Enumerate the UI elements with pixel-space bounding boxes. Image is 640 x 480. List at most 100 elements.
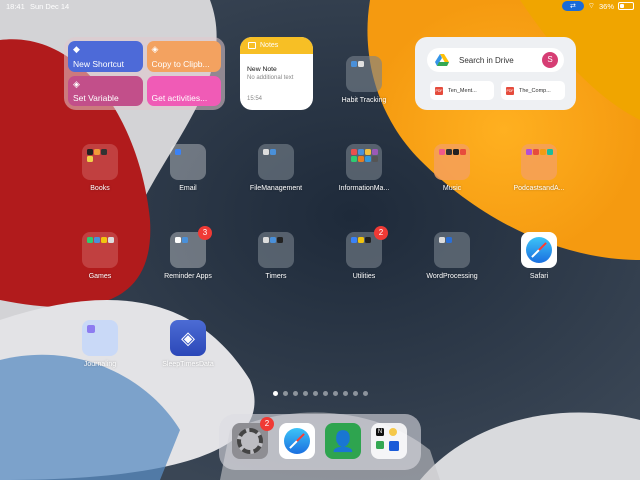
app-label: Journaling bbox=[83, 361, 117, 368]
shortcut-set-variable[interactable]: ◈ Set Variable bbox=[68, 75, 143, 106]
status-time: 18:41 bbox=[6, 2, 25, 11]
app-podcasts[interactable]: PodcastsandA... bbox=[504, 144, 574, 192]
dock: 2 👤 N bbox=[219, 414, 421, 470]
page-dot[interactable] bbox=[342, 391, 348, 396]
app-utilities[interactable]: 2 Utilities bbox=[329, 226, 399, 280]
app-music[interactable]: Music bbox=[417, 144, 487, 192]
app-sleep-times-data[interactable]: ◈ SleepTimesData bbox=[153, 320, 223, 368]
dock-safari[interactable] bbox=[279, 423, 315, 459]
app-label: Utilities bbox=[352, 273, 376, 280]
app-email[interactable]: Email bbox=[153, 144, 223, 192]
notification-badge: 2 bbox=[374, 226, 388, 240]
screen-mirroring-icon[interactable]: ⇄ bbox=[561, 1, 584, 11]
app-reminder-apps[interactable]: 3 Reminder Apps bbox=[153, 226, 223, 280]
shortcut-label: Copy to Clipb... bbox=[151, 58, 210, 69]
app-label: WordProcessing bbox=[426, 273, 478, 280]
app-label: Email bbox=[179, 185, 197, 192]
app-journaling[interactable]: Journaling bbox=[65, 320, 135, 368]
note-subtitle: No additional text bbox=[247, 75, 294, 81]
page-dot[interactable] bbox=[312, 391, 318, 396]
notes-header: Notes bbox=[240, 37, 313, 54]
page-dot[interactable] bbox=[302, 391, 308, 396]
google-drive-icon bbox=[435, 54, 449, 66]
information-folder-icon bbox=[346, 144, 382, 180]
app-safari[interactable]: Safari bbox=[504, 232, 574, 280]
app-label: InformationMa... bbox=[338, 185, 390, 192]
pdf-icon: PDF bbox=[506, 86, 514, 95]
wifi-icon: ⌔ bbox=[587, 1, 595, 10]
shortcut-new-shortcut[interactable]: ◆ New Shortcut bbox=[68, 41, 143, 72]
page-dot[interactable] bbox=[362, 391, 368, 396]
app-label: Habit Tracking bbox=[341, 97, 387, 104]
app-label: SleepTimesData bbox=[162, 361, 214, 368]
compass-icon bbox=[284, 428, 310, 454]
habit-tracking-folder-icon bbox=[346, 56, 382, 92]
books-folder-icon bbox=[82, 144, 118, 180]
drive-file-name: The_Comp... bbox=[519, 87, 551, 94]
notion-icon: N bbox=[376, 428, 384, 436]
drive-file-name: Ten_Ment... bbox=[448, 87, 477, 94]
person-icon: 👤 bbox=[330, 430, 356, 453]
page-dot[interactable] bbox=[282, 391, 288, 396]
word-processing-folder-icon bbox=[434, 232, 470, 268]
shortcut-label: New Shortcut bbox=[73, 58, 125, 69]
app-games[interactable]: Games bbox=[65, 232, 135, 280]
app-information-ma[interactable]: InformationMa... bbox=[329, 144, 399, 192]
music-folder-icon bbox=[434, 144, 470, 180]
battery-icon bbox=[618, 2, 634, 10]
file-management-folder-icon bbox=[258, 144, 294, 180]
app-word-processing[interactable]: WordProcessing bbox=[417, 232, 487, 280]
bitwarden-icon bbox=[389, 441, 399, 451]
drive-file[interactable]: PDF Ten_Ment... bbox=[430, 81, 494, 100]
app-label: FileManagement bbox=[249, 185, 303, 192]
note-time: 15:54 bbox=[247, 96, 263, 102]
battery-fill bbox=[620, 4, 625, 8]
shortcut-icon: ◆ bbox=[73, 44, 80, 54]
app-label: Timers bbox=[265, 273, 287, 280]
page-dot[interactable] bbox=[352, 391, 358, 396]
safari-icon bbox=[521, 232, 557, 268]
drive-widget: Search in Drive S PDF Ten_Ment... PDF Th… bbox=[415, 37, 576, 110]
email-folder-icon bbox=[170, 144, 206, 180]
app-timers[interactable]: Timers bbox=[241, 232, 311, 280]
app-label: Safari bbox=[529, 273, 549, 280]
layers-icon: ◈ bbox=[151, 44, 159, 54]
drive-search-label: Search in Drive bbox=[459, 55, 514, 65]
page-dot[interactable] bbox=[322, 391, 328, 396]
dock-folder[interactable]: N bbox=[371, 423, 407, 459]
app-label: Music bbox=[442, 185, 462, 192]
reminder-folder-icon: 3 bbox=[170, 226, 212, 268]
journaling-folder-icon bbox=[82, 320, 118, 356]
page-dot[interactable] bbox=[332, 391, 338, 396]
app-books[interactable]: Books bbox=[65, 144, 135, 192]
notification-badge: 3 bbox=[198, 226, 212, 240]
dock-settings[interactable]: 2 bbox=[232, 417, 274, 459]
dock-contacts[interactable]: 👤 bbox=[325, 423, 361, 459]
shortcut-get-activities[interactable]: Get activities... bbox=[146, 75, 221, 106]
status-right: ⇄ ⌔ 36% bbox=[561, 1, 634, 11]
notification-badge: 2 bbox=[260, 417, 274, 431]
app-habit-tracking[interactable]: Habit Tracking bbox=[329, 56, 399, 104]
app-label: Books bbox=[90, 185, 110, 192]
notes-icon bbox=[248, 42, 256, 49]
shortcuts-app-icon: ◈ bbox=[170, 320, 206, 356]
podcasts-folder-icon bbox=[521, 144, 557, 180]
app-label: PodcastsandA... bbox=[513, 185, 565, 192]
games-folder-icon bbox=[82, 232, 118, 268]
compass-icon bbox=[526, 237, 552, 263]
app-label: Reminder Apps bbox=[164, 273, 212, 280]
drive-search[interactable]: Search in Drive S bbox=[427, 48, 564, 72]
shortcut-copy-to-clipboard[interactable]: ◈ Copy to Clipb... bbox=[146, 41, 221, 72]
timers-folder-icon bbox=[258, 232, 294, 268]
app-file-management[interactable]: FileManagement bbox=[241, 144, 311, 192]
avatar[interactable]: S bbox=[542, 52, 558, 68]
shortcut-label: Set Variable bbox=[73, 93, 119, 103]
notes-widget[interactable]: Notes New Note No additional text 15:54 bbox=[240, 37, 313, 110]
page-dot[interactable] bbox=[292, 391, 298, 396]
page-dot[interactable] bbox=[272, 391, 278, 396]
page-indicator[interactable] bbox=[0, 391, 640, 396]
drive-file[interactable]: PDF The_Comp... bbox=[501, 81, 565, 100]
utilities-folder-icon: 2 bbox=[346, 226, 388, 268]
shortcut-label: Get activities... bbox=[151, 93, 208, 103]
layers-icon: ◈ bbox=[73, 78, 80, 89]
